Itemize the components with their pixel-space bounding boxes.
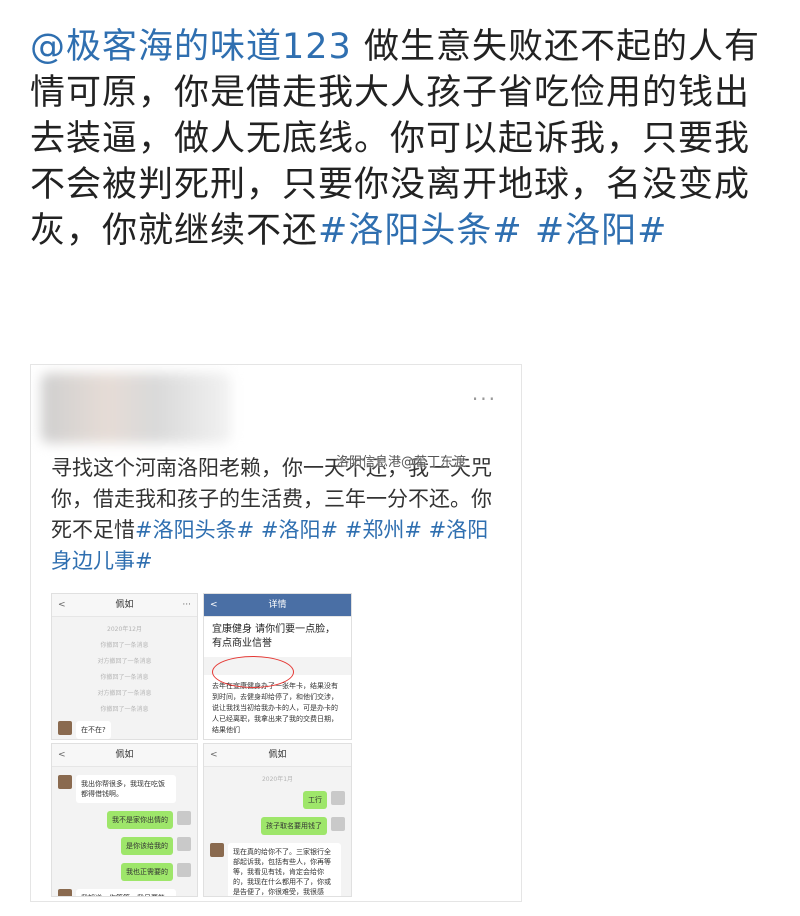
hashtag-link[interactable]: #洛阳#	[535, 211, 668, 251]
message-bubble: 是你该给我的	[121, 837, 173, 855]
embedded-post-text: 寻找这个河南洛阳老赖，你一天不还，我一天咒你，借走我和孩子的生活费，三年一分不还…	[51, 453, 506, 577]
message-bubble: 孩子取名要用钱了	[261, 817, 327, 835]
system-message: 对方撤回了一条消息	[97, 690, 152, 697]
hashtag-link[interactable]: #洛阳#	[261, 518, 338, 542]
back-arrow-icon: <	[58, 600, 66, 610]
message-bubble: 我不是家你出情的	[107, 811, 173, 829]
system-message: 你撤回了一条消息	[100, 674, 149, 681]
back-arrow-icon: <	[210, 600, 218, 610]
system-message: 对方撤回了一条消息	[97, 658, 152, 665]
chat-header: < 佩如	[204, 744, 351, 767]
message-bubble: 我出你帮很多，我现在吃饭都得借钱啊。	[76, 775, 176, 803]
back-arrow-icon: <	[210, 750, 218, 760]
hashtag-link[interactable]: #洛阳头条#	[135, 518, 254, 542]
chat-title: 佩如	[115, 750, 134, 760]
avatar	[177, 863, 191, 877]
avatar	[58, 721, 72, 735]
message-row: 工行	[210, 791, 345, 809]
hashtag-link[interactable]: #郑州#	[345, 518, 422, 542]
chat-title: 佩如	[115, 600, 134, 610]
chat-screenshot-3[interactable]: < 佩如 2020年1月 工行 孩子取名要用钱了 现在真的给你不了。三家银行全部…	[203, 743, 352, 897]
chat-title: 佩如	[268, 750, 287, 760]
embedded-post-card: ··· 寻找这个河南洛阳老赖，你一天不还，我一天咒你，借走我和孩子的生活费，三年…	[30, 364, 522, 902]
message-bubble: 在不在?	[76, 721, 111, 739]
system-message: 你撤回了一条消息	[100, 642, 149, 649]
message-row: 我也正需要的	[58, 863, 191, 881]
system-message: 你撤回了一条消息	[100, 706, 149, 713]
chat-header: < 佩如 ···	[52, 594, 197, 617]
avatar	[331, 791, 345, 805]
red-annotation-circle	[212, 656, 294, 688]
back-arrow-icon: <	[58, 750, 66, 760]
system-message: 2020年1月	[261, 776, 294, 783]
message-bubble: 工行	[303, 791, 327, 809]
avatar	[177, 811, 191, 825]
avatar	[58, 775, 72, 789]
message-row: 现在真的给你不了。三家银行全部起诉我，包括有些人，你再等等，我看见有钱，肯定会给…	[210, 843, 345, 896]
chat-screenshot-1[interactable]: < 佩如 ··· 2020年12月 你撤回了一条消息 对方撤回了一条消息 你撤回…	[51, 593, 198, 740]
message-row: 我不是家你出情的	[58, 811, 191, 829]
forum-header: < 详情	[204, 594, 351, 617]
watermark: 洛阳信息港@若丁东渡	[336, 455, 467, 470]
message-bubble: 我也正需要的	[121, 863, 173, 881]
forum-header-title: 详情	[268, 600, 287, 610]
chat-screenshot-2[interactable]: < 佩如 我出你帮很多，我现在吃饭都得借钱啊。 我不是家你出情的 是你该给我的 …	[51, 743, 198, 897]
message-bubble: 我知道，你等等，我只要能有钱，我以性命担保，第一时间还你的	[76, 889, 176, 896]
message-row: 我出你帮很多，我现在吃饭都得借钱啊。	[58, 775, 191, 803]
post-text: @极客海的味道123 做生意失败还不起的人有情可原，你是借走我大人孩子省吃俭用的…	[30, 24, 770, 254]
forum-post-title: 宜康健身 请你们要一点脸，有点商业信誉	[204, 617, 351, 657]
message-row: 孩子取名要用钱了	[210, 817, 345, 835]
message-row: 是你该给我的	[58, 837, 191, 855]
message-bubble: 现在真的给你不了。三家银行全部起诉我，包括有些人，你再等等，我看见有钱，肯定会给…	[228, 843, 341, 896]
more-options-icon[interactable]: ···	[472, 387, 497, 411]
chat-header: < 佩如	[52, 744, 197, 767]
blurred-avatar	[41, 373, 231, 443]
avatar	[58, 889, 72, 896]
message-row: 在不在?	[58, 721, 191, 739]
avatar	[177, 837, 191, 851]
forum-screenshot[interactable]: < 详情 宜康健身 请你们要一点脸，有点商业信誉 去年在宜康健身办了一张年卡，结…	[203, 593, 352, 740]
mention-link[interactable]: @极客海的味道123	[30, 27, 352, 67]
avatar	[331, 817, 345, 831]
hashtag-link[interactable]: #洛阳头条#	[318, 211, 523, 251]
message-row: 我知道，你等等，我只要能有钱，我以性命担保，第一时间还你的	[58, 889, 191, 896]
system-message: 2020年12月	[107, 626, 142, 633]
more-options-icon: ···	[182, 600, 191, 610]
avatar	[210, 843, 224, 857]
